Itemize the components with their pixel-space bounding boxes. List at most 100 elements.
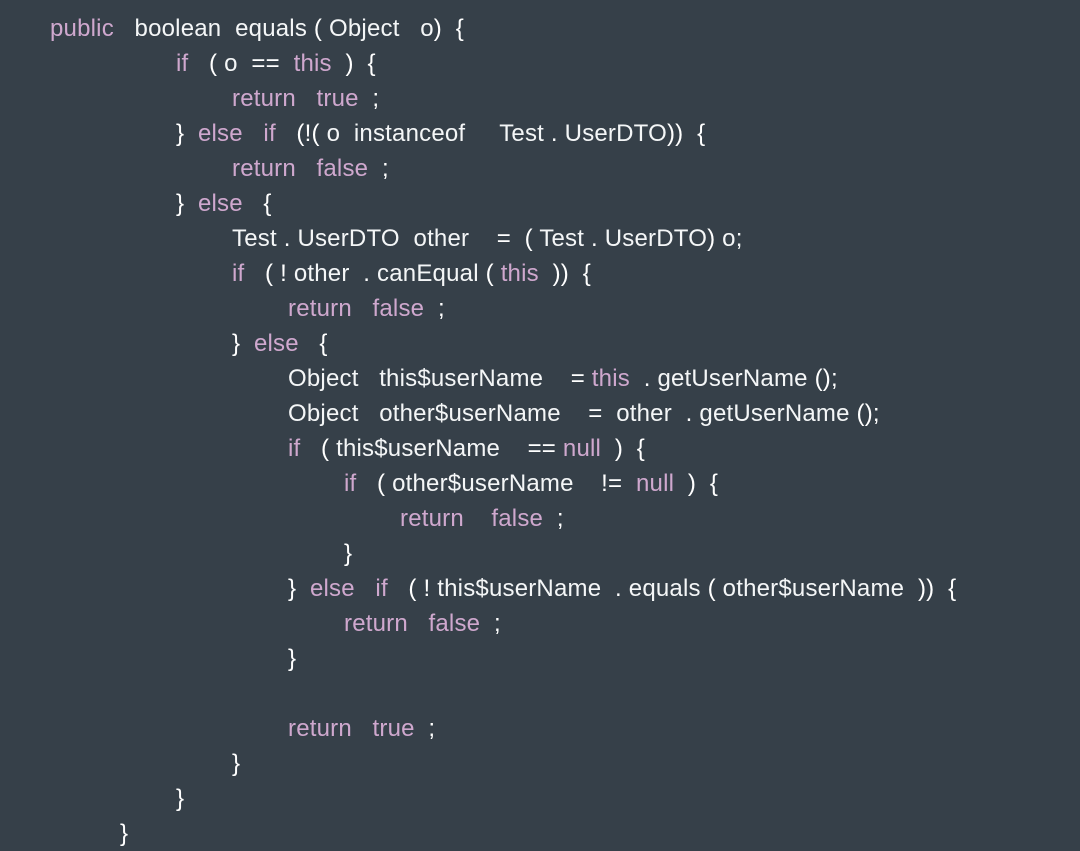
code-token-lit: true	[316, 85, 359, 112]
code-token-op: ==	[527, 435, 557, 462]
code-token-punc: )	[433, 15, 442, 42]
code-token-punc: .	[643, 365, 651, 392]
code-token-kw: if	[288, 435, 301, 462]
code-token-lit: false	[372, 295, 425, 322]
code-token-punc: ;	[556, 505, 564, 532]
code-token-punc: ;	[428, 715, 436, 742]
code-token-plain: other$userName	[379, 400, 561, 427]
code-token-punc: }	[288, 575, 297, 602]
code-token-punc: }	[288, 645, 297, 672]
code-token-kw: else	[197, 190, 243, 217]
code-token-lit: false	[316, 155, 369, 182]
code-token-plain: UserDTO	[604, 225, 708, 252]
code-token-punc: (	[377, 470, 386, 497]
code-line: Object this$userName = this . getUserNam…	[0, 361, 1080, 396]
code-line: return false ;	[0, 501, 1080, 536]
code-token-op: !=	[601, 470, 623, 497]
code-token-punc: (	[485, 260, 494, 287]
code-token-punc: ))	[552, 260, 569, 287]
code-token-plain: this$userName	[437, 575, 602, 602]
code-token-punc: (	[707, 575, 716, 602]
code-token-op: !	[304, 120, 312, 147]
code-line: public boolean equals ( Object o) {	[0, 11, 1080, 46]
code-token-plain: Object	[329, 15, 400, 42]
code-token-punc: {	[948, 575, 957, 602]
code-token-kw: if	[344, 470, 357, 497]
code-token-plain: Test	[499, 120, 545, 147]
code-token-punc: ;	[437, 295, 445, 322]
code-token-punc: ();	[856, 400, 880, 427]
code-token-punc: {	[367, 50, 376, 77]
code-token-punc: (	[321, 435, 330, 462]
code-token-kw: this	[500, 260, 539, 287]
code-token-kw: if	[375, 575, 388, 602]
code-token-plain: other	[413, 225, 470, 252]
code-token-op: =	[570, 365, 585, 392]
code-line: } else if ( ! this$userName . equals ( o…	[0, 571, 1080, 606]
code-token-kw: else	[253, 330, 299, 357]
code-token-kw: return	[400, 505, 464, 532]
code-token-punc: }	[176, 120, 185, 147]
code-token-plain: o;	[722, 225, 743, 252]
code-token-plain: Object	[288, 365, 359, 392]
code-token-punc: {	[709, 470, 719, 497]
code-token-kw: return	[232, 85, 296, 112]
code-token-kw: return	[232, 155, 296, 182]
code-token-punc: (	[209, 50, 218, 77]
code-token-lit: false	[491, 505, 544, 532]
code-token-op: =	[496, 225, 511, 252]
code-token-punc: )	[614, 435, 624, 462]
code-token-kw: if	[232, 260, 245, 287]
code-token-plain: canEqual	[377, 260, 479, 287]
code-block[interactable]: public boolean equals ( Object o) {if ( …	[0, 11, 1080, 851]
code-token-kw: if	[176, 50, 189, 77]
code-token-punc: {	[582, 260, 591, 287]
code-line: }	[0, 641, 1080, 676]
code-token-plain: equals	[235, 15, 308, 42]
code-token-punc: ))	[666, 120, 684, 147]
code-token-punc: .	[685, 400, 693, 427]
code-line: if ( o == this ) {	[0, 46, 1080, 81]
code-token-punc: (	[313, 15, 323, 42]
code-token-op: ==	[251, 50, 280, 77]
code-token-punc: {	[263, 190, 272, 217]
code-line: }	[0, 816, 1080, 851]
code-token-punc: )	[687, 470, 697, 497]
code-line: }	[0, 536, 1080, 571]
code-token-plain: UserDTO	[564, 120, 667, 147]
